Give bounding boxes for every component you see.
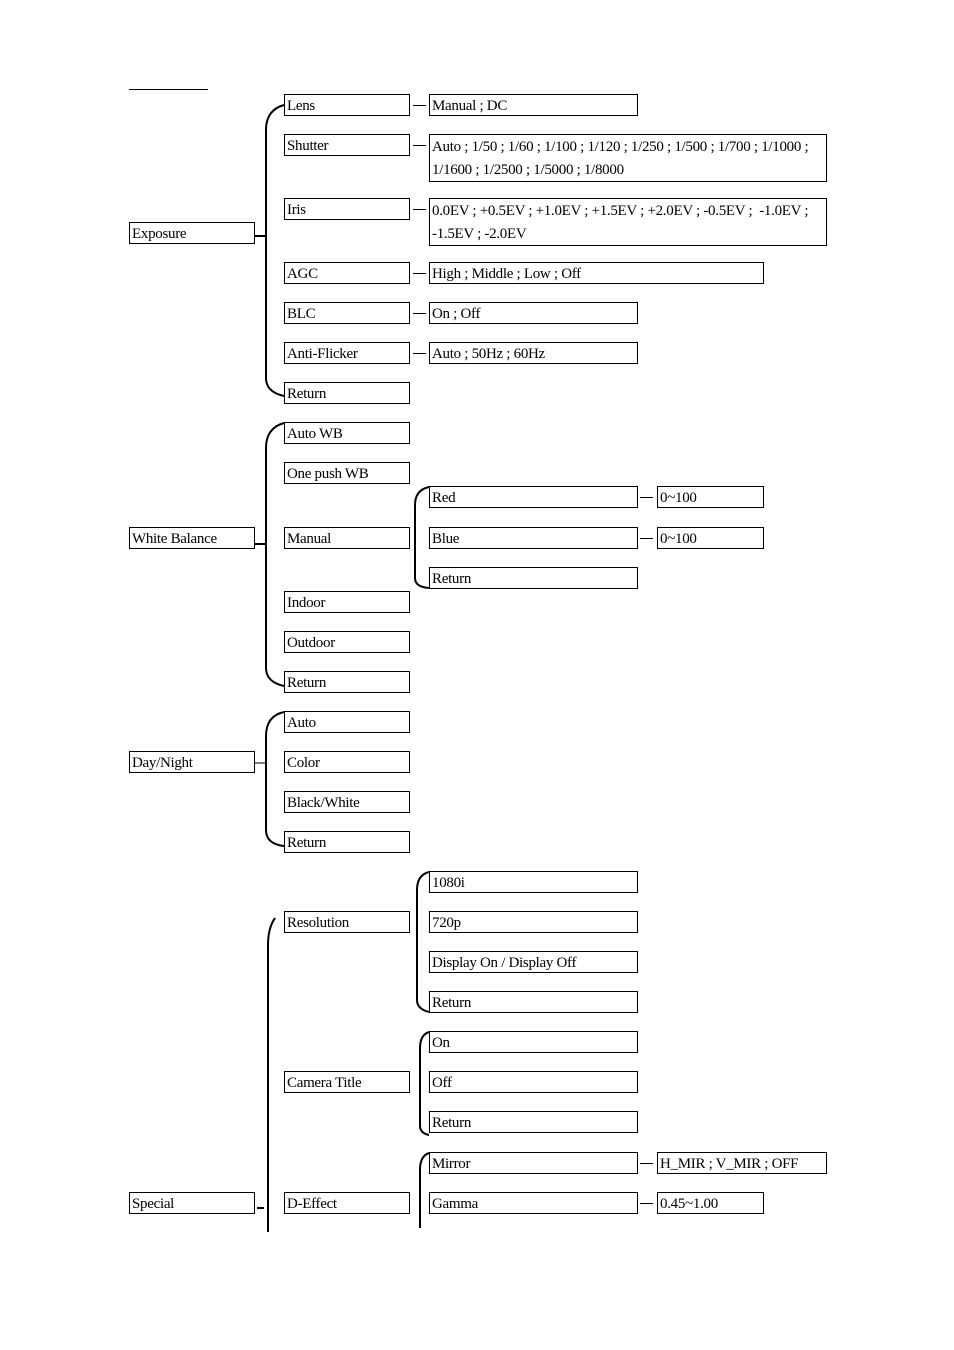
wb-bracket — [265, 422, 285, 687]
exposure-anti-flicker-options: Auto ; 50Hz ; 60Hz — [429, 342, 638, 364]
daynight-bracket — [265, 711, 285, 847]
wb-item-auto-wb[interactable]: Auto WB — [284, 422, 410, 444]
exposure-shutter-options: Auto ; 1/50 ; 1/60 ; 1/100 ; 1/120 ; 1/2… — [429, 134, 827, 182]
resolution-bracket — [416, 871, 430, 1013]
exposure-item-agc[interactable]: AGC — [284, 262, 410, 284]
special-item-camera-title[interactable]: Camera Title — [284, 1071, 410, 1093]
exposure-item-blc[interactable]: BLC — [284, 302, 410, 324]
d-effect-gamma-range: 0.45~1.00 — [657, 1192, 764, 1214]
wb-manual-bracket — [414, 486, 430, 589]
exposure-iris-options: 0.0EV ; +0.5EV ; +1.0EV ; +1.5EV ; +2.0E… — [429, 198, 827, 246]
menu-white-balance[interactable]: White Balance — [129, 527, 255, 549]
connector — [640, 497, 653, 498]
wb-item-manual[interactable]: Manual — [284, 527, 410, 549]
wb-item-indoor[interactable]: Indoor — [284, 591, 410, 613]
resolution-1080i[interactable]: 1080i — [429, 871, 638, 893]
exposure-item-iris[interactable]: Iris — [284, 198, 410, 220]
menu-exposure[interactable]: Exposure — [129, 222, 255, 244]
wb-manual-blue[interactable]: Blue — [429, 527, 638, 549]
daynight-item-auto[interactable]: Auto — [284, 711, 410, 733]
exposure-bracket — [265, 104, 285, 397]
connector — [640, 1163, 653, 1164]
d-effect-mirror-options: H_MIR ; V_MIR ; OFF — [657, 1152, 827, 1174]
exposure-item-anti-flicker[interactable]: Anti-Flicker — [284, 342, 410, 364]
header-rule — [129, 89, 208, 90]
wb-manual-red-range: 0~100 — [657, 486, 764, 508]
connector — [413, 145, 426, 146]
special-item-d-effect[interactable]: D-Effect — [284, 1192, 410, 1214]
wb-item-one-push-wb[interactable]: One push WB — [284, 462, 410, 484]
connector — [413, 105, 426, 106]
menu-day-night[interactable]: Day/Night — [129, 751, 255, 773]
connector — [640, 538, 653, 539]
connector — [413, 209, 426, 210]
wb-item-outdoor[interactable]: Outdoor — [284, 631, 410, 653]
exposure-item-shutter[interactable]: Shutter — [284, 134, 410, 156]
daynight-item-color[interactable]: Color — [284, 751, 410, 773]
d-effect-mirror[interactable]: Mirror — [429, 1152, 638, 1174]
camera-title-on[interactable]: On — [429, 1031, 638, 1053]
connector — [413, 273, 426, 274]
resolution-720p[interactable]: 720p — [429, 911, 638, 933]
camera-title-return[interactable]: Return — [429, 1111, 638, 1133]
daynight-item-return[interactable]: Return — [284, 831, 410, 853]
connector — [413, 353, 426, 354]
camera-title-off[interactable]: Off — [429, 1071, 638, 1093]
wb-manual-blue-range: 0~100 — [657, 527, 764, 549]
connector — [413, 313, 426, 314]
wb-manual-red[interactable]: Red — [429, 486, 638, 508]
connector — [640, 1203, 653, 1204]
exposure-lens-options: Manual ; DC — [429, 94, 638, 116]
cameratitle-bracket — [419, 1031, 430, 1136]
menu-special[interactable]: Special — [129, 1192, 255, 1214]
wb-manual-return[interactable]: Return — [429, 567, 638, 589]
deffect-bracket — [419, 1152, 430, 1228]
exposure-blc-options: On ; Off — [429, 302, 638, 324]
resolution-return[interactable]: Return — [429, 991, 638, 1013]
exposure-agc-options: High ; Middle ; Low ; Off — [429, 262, 764, 284]
exposure-item-lens[interactable]: Lens — [284, 94, 410, 116]
special-item-resolution[interactable]: Resolution — [284, 911, 410, 933]
special-bracket — [267, 917, 276, 1232]
d-effect-gamma[interactable]: Gamma — [429, 1192, 638, 1214]
wb-item-return[interactable]: Return — [284, 671, 410, 693]
resolution-display-toggle[interactable]: Display On / Display Off — [429, 951, 638, 973]
daynight-item-black-white[interactable]: Black/White — [284, 791, 410, 813]
exposure-item-return[interactable]: Return — [284, 382, 410, 404]
